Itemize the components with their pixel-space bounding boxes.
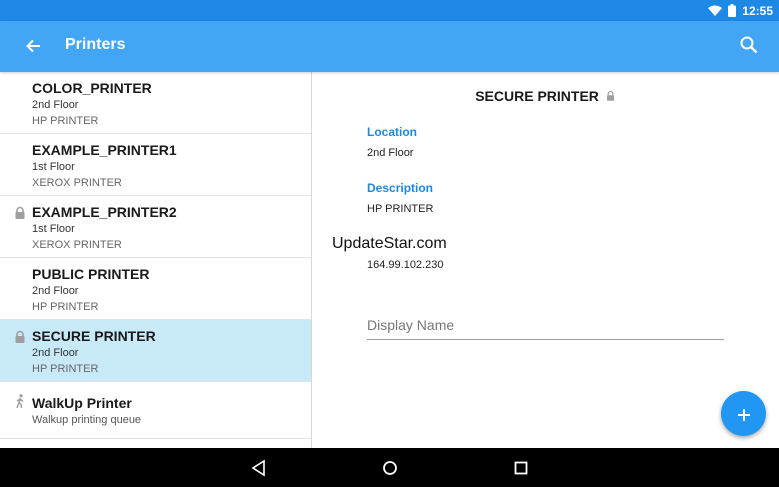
printer-name: WalkUp Printer — [32, 395, 132, 411]
printer-list-item[interactable]: WalkUp Printer Walkup printing queue — [0, 382, 311, 439]
description-value: HP PRINTER — [367, 203, 434, 215]
printer-description: XEROX PRINTER — [32, 239, 122, 251]
lock-icon — [15, 206, 25, 219]
printer-list-item[interactable]: EXAMPLE_PRINTER2 1st Floor XEROX PRINTER — [0, 196, 311, 258]
printer-name: PUBLIC PRINTER — [32, 266, 150, 282]
printer-list-item[interactable]: EXAMPLE_PRINTER1 1st Floor XEROX PRINTER — [0, 134, 311, 196]
printer-location: 2nd Floor — [32, 347, 79, 359]
printer-description: HP PRINTER — [32, 363, 99, 375]
address-value: 164.99.102.230 — [367, 259, 444, 271]
printer-location: 2nd Floor — [32, 99, 79, 111]
display-name-placeholder: Display Name — [367, 317, 455, 333]
lock-icon — [15, 330, 25, 343]
printer-list-item-selected[interactable]: SECURE PRINTER 2nd Floor HP PRINTER — [0, 320, 311, 382]
printer-name: SECURE PRINTER — [32, 328, 156, 344]
printer-location: 1st Floor — [32, 223, 75, 235]
printer-description: HP PRINTER — [32, 115, 99, 127]
add-button[interactable] — [721, 391, 766, 436]
printer-location: 2nd Floor — [32, 285, 79, 297]
printer-list-item[interactable]: COLOR_PRINTER 2nd Floor HP PRINTER — [0, 72, 311, 134]
home-nav-icon[interactable] — [381, 459, 399, 477]
battery-icon — [728, 4, 737, 17]
plus-icon — [737, 409, 750, 421]
lock-icon — [606, 91, 614, 101]
printer-name: EXAMPLE_PRINTER1 — [32, 142, 177, 158]
recents-nav-icon[interactable] — [512, 459, 530, 477]
navigation-bar — [0, 448, 779, 487]
walk-icon — [16, 394, 24, 408]
back-arrow-icon[interactable] — [24, 36, 44, 56]
clock: 12:55 — [742, 3, 773, 18]
status-icons: 12:55 — [708, 2, 773, 19]
search-icon[interactable] — [739, 35, 759, 55]
detail-title-text: SECURE PRINTER — [475, 88, 599, 104]
location-label: Location — [367, 125, 417, 139]
wifi-icon — [708, 5, 723, 16]
printer-list-item[interactable]: PUBLIC PRINTER 2nd Floor HP PRINTER — [0, 258, 311, 320]
printer-description: HP PRINTER — [32, 301, 99, 313]
detail-title: SECURE PRINTER — [312, 88, 779, 104]
printer-list: COLOR_PRINTER 2nd Floor HP PRINTER EXAMP… — [0, 72, 312, 448]
printer-name: COLOR_PRINTER — [32, 80, 152, 96]
printer-location: 1st Floor — [32, 161, 75, 173]
printer-description: XEROX PRINTER — [32, 177, 122, 189]
status-bar: 12:55 — [0, 0, 779, 21]
watermark: UpdateStar.com — [332, 235, 447, 252]
printer-location: Walkup printing queue — [32, 414, 142, 426]
location-value: 2nd Floor — [367, 147, 414, 159]
app-bar: Printers — [0, 21, 779, 72]
back-nav-icon[interactable] — [250, 459, 268, 477]
printer-name: EXAMPLE_PRINTER2 — [32, 204, 177, 220]
description-label: Description — [367, 181, 434, 195]
app-bar-title: Printers — [65, 36, 126, 53]
printer-detail-panel: SECURE PRINTER Location 2nd Floor Descri… — [312, 72, 779, 448]
display-name-field[interactable]: Display Name — [367, 317, 724, 340]
